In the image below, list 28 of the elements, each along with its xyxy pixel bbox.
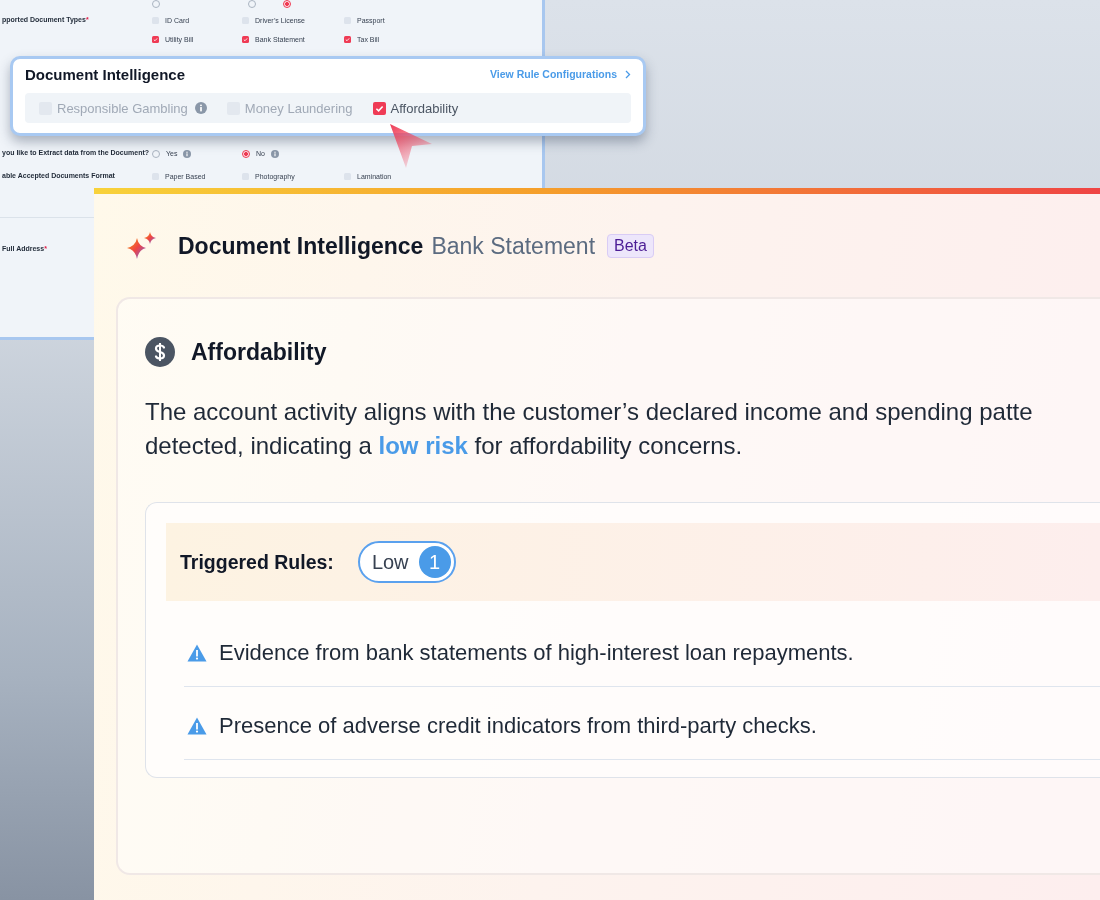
- checkbox[interactable]: [152, 36, 159, 43]
- count-badge: 1: [418, 546, 451, 578]
- checkmark-icon: [152, 36, 159, 43]
- warning-icon: [187, 717, 207, 735]
- card-subtitle: Bank Statement: [431, 232, 596, 260]
- checkbox[interactable]: [344, 36, 351, 43]
- beta-badge: Beta: [607, 234, 654, 258]
- checkmark-icon: [242, 36, 249, 43]
- section-title: Affordability: [191, 338, 327, 366]
- checkmark-icon: [344, 36, 351, 43]
- triggered-rules-label: Triggered Rules:: [180, 550, 334, 574]
- dollar-icon: [145, 337, 175, 367]
- radio-button[interactable]: [283, 0, 291, 8]
- popup-title: Document Intelligence: [25, 65, 186, 83]
- rule-text: Evidence from bank statements of high-interest loan repayments.: [219, 640, 854, 666]
- option-label: Money Laundering: [244, 100, 353, 116]
- rule-text: Presence of adverse credit indicators from third-party checks.: [219, 713, 817, 739]
- summary-text: The account activity aligns with the customer’s declared income and spending patte detected, indicating a low risk for affordability concerns.: [145, 397, 1034, 461]
- risk-level-label: Low: [371, 550, 409, 574]
- warning-icon: [187, 644, 207, 662]
- option-label: Responsible Gambling: [57, 100, 188, 116]
- radio-button[interactable]: [242, 149, 250, 158]
- card-title: Document Intelligence: [178, 232, 424, 260]
- view-rule-configurations-link[interactable]: View Rule Configurations: [490, 68, 631, 80]
- chevron-right-icon: [625, 69, 631, 79]
- checkbox[interactable]: [372, 101, 386, 115]
- option-label: Affordability: [390, 100, 459, 116]
- checkbox[interactable]: [242, 36, 249, 43]
